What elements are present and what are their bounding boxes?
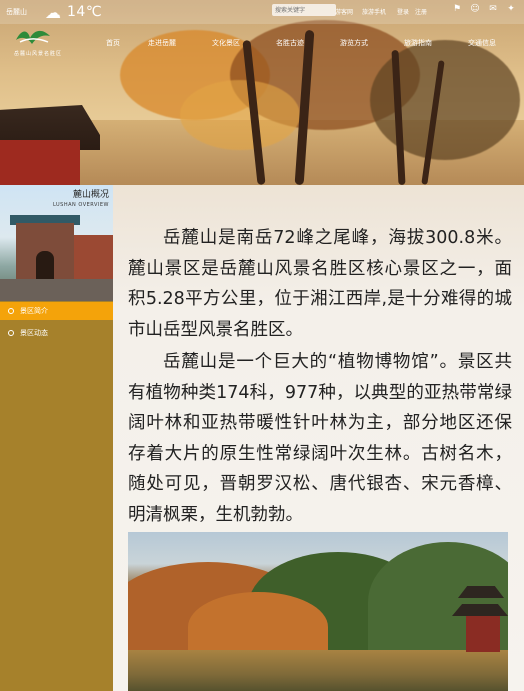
gate-ground [0,279,113,301]
top-link-register[interactable]: 注册 [415,7,427,16]
lake [128,650,508,691]
mail-icon[interactable]: ✉ [488,4,498,14]
sidebar-item-label: 景区简介 [20,307,48,315]
search-input[interactable] [272,4,336,16]
sidebar-menu: 景区简介 景区动态 [0,302,113,346]
sidebar-subtitle: LUSHAN OVERVIEW [52,202,109,208]
article-paragraph: 岳麓山是一个巨大的“植物博物馆”。景区共有植物种类174科，977种，以典型的亚… [128,352,512,525]
scenic-photo [128,532,508,691]
top-link-guest[interactable]: 游客网 [335,7,353,16]
sidebar-item-news[interactable]: 景区动态 [0,324,113,342]
pavilion-body [466,616,500,652]
bullet-icon [8,308,14,314]
nav-item-culture[interactable]: 文化景区 [212,38,240,48]
foliage-decor [180,80,300,150]
flag-icon[interactable]: ⚑ [452,4,462,14]
main-nav: 首页 走进岳麓 文化景区 名胜古迹 游览方式 旅游指南 交通信息 [96,38,524,52]
article: 岳麓山是南岳72峰之尾峰，海拔300.8米。麓山景区是岳麓山风景名胜区核心景区之… [128,223,512,530]
nav-item-home[interactable]: 首页 [106,38,120,48]
main-content: 岳麓山是南岳72峰之尾峰，海拔300.8米。麓山景区是岳麓山风景名胜区核心景区之… [113,185,524,691]
article-paragraph: 岳麓山是南岳72峰之尾峰，海拔300.8米。麓山景区是岳麓山风景名胜区核心景区之… [128,228,512,340]
gate-door [36,251,54,279]
sidebar-title: 麓山概况 [72,190,109,200]
nav-item-sites[interactable]: 名胜古迹 [276,38,304,48]
nav-item-tour[interactable]: 游览方式 [340,38,368,48]
logo-text: 岳麓山风景名胜区 [14,51,63,57]
page: 岳麓山 ☁ 14℃ 游客网 旅游手机 登录 注册 ⚑ ☺ ✉ ✦ 岳麓山风景名胜… [0,0,524,691]
sidebar-item-intro[interactable]: 景区简介 [0,302,113,320]
city-label: 岳麓山 [6,8,27,16]
top-bar: 岳麓山 ☁ 14℃ 游客网 旅游手机 登录 注册 ⚑ ☺ ✉ ✦ [0,0,524,24]
nav-item-about[interactable]: 走进岳麓 [148,38,176,48]
share-icon[interactable]: ✦ [506,4,516,14]
sidebar: 麓山概况 LUSHAN OVERVIEW 景区简介 景区动态 [0,185,113,691]
sidebar-banner: 麓山概况 LUSHAN OVERVIEW [0,185,113,301]
bullet-icon [8,330,14,336]
temperature: 14℃ [67,4,103,20]
nav-item-guide[interactable]: 旅游指南 [404,38,432,48]
temple-wall [0,140,80,185]
gate-side-building [74,235,113,281]
nav-item-traffic[interactable]: 交通信息 [468,38,496,48]
header-banner: 岳麓山 ☁ 14℃ 游客网 旅游手机 登录 注册 ⚑ ☺ ✉ ✦ 岳麓山风景名胜… [0,0,524,185]
user-icon[interactable]: ☺ [470,4,480,14]
sidebar-item-label: 景区动态 [20,329,48,337]
top-link-login[interactable]: 登录 [397,7,409,16]
cloud-icon: ☁ [45,2,61,22]
top-link-mobile[interactable]: 旅游手机 [362,7,386,16]
